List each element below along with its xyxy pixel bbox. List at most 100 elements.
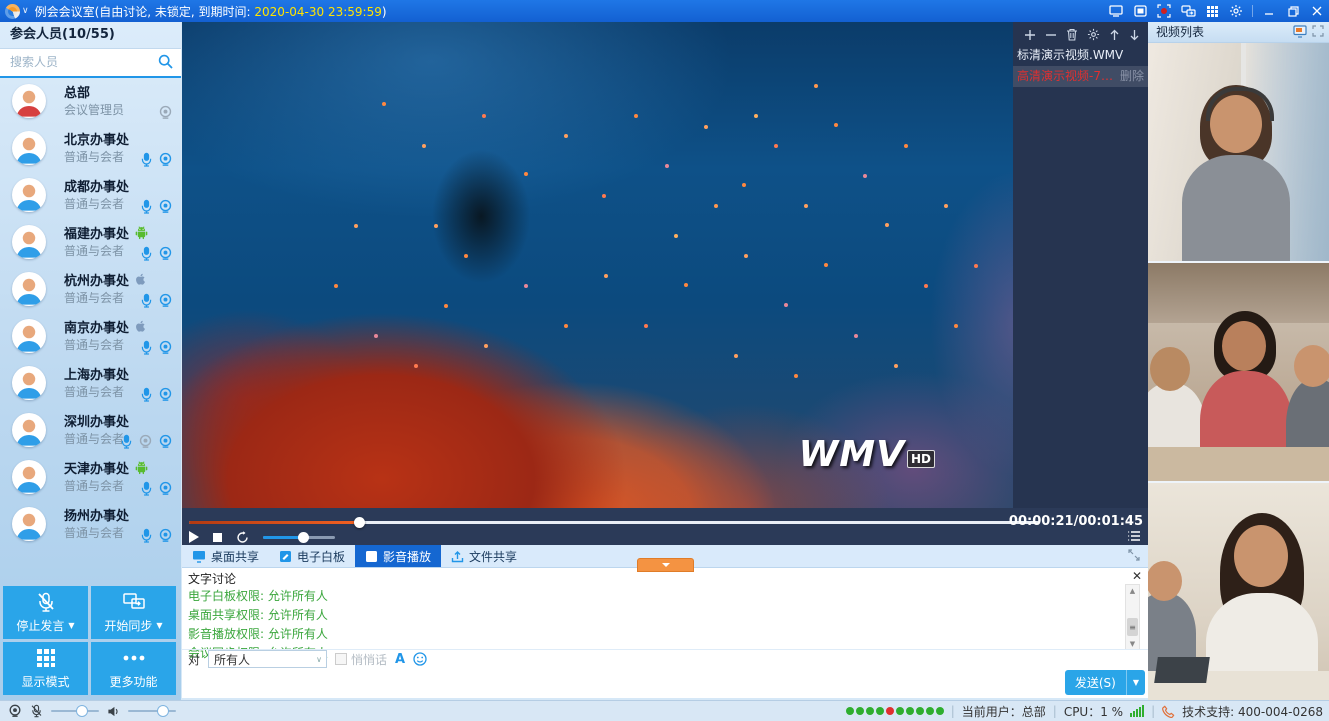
video-content[interactable]: WMVHD xyxy=(182,22,1013,508)
gear-icon[interactable] xyxy=(1087,28,1100,41)
mic-icon[interactable] xyxy=(140,199,153,214)
mic-icon[interactable] xyxy=(140,387,153,402)
webcam-icon[interactable] xyxy=(158,293,173,308)
participant-row[interactable]: 扬州办事处 普通与会者 xyxy=(0,501,181,548)
expand-icon[interactable] xyxy=(1128,549,1140,561)
screen-share-icon[interactable] xyxy=(1104,0,1128,22)
emoji-icon[interactable] xyxy=(413,652,427,666)
remove-icon[interactable] xyxy=(1045,29,1057,41)
tab-desktop-share[interactable]: 桌面共享 xyxy=(182,545,269,567)
participant-row[interactable]: 南京办事处 普通与会者 xyxy=(0,313,181,360)
close-button[interactable] xyxy=(1305,0,1329,22)
tab-whiteboard[interactable]: 电子白板 xyxy=(269,545,355,567)
dither-grid-icon[interactable] xyxy=(1200,0,1224,22)
participant-row[interactable]: 总部 会议管理员 xyxy=(0,78,181,125)
speaker-icon[interactable] xyxy=(107,705,120,718)
participant-avatar xyxy=(12,507,46,541)
mic-icon[interactable] xyxy=(120,434,133,449)
video-thumbnail[interactable] xyxy=(1148,43,1329,263)
participant-row[interactable]: 福建办事处 普通与会者 xyxy=(0,219,181,266)
whisper-checkbox[interactable]: 悄悄话 xyxy=(335,651,387,668)
webcam-icon[interactable] xyxy=(158,246,173,261)
chat-scrollbar[interactable]: ▲ ▼ xyxy=(1125,584,1140,650)
webcam-gray-icon[interactable] xyxy=(138,434,153,449)
search-icon[interactable] xyxy=(158,54,173,69)
tab-media-play[interactable]: 影音播放 xyxy=(355,545,441,567)
scroll-thumb[interactable] xyxy=(1127,618,1138,636)
participant-row[interactable]: 成都办事处 普通与会者 xyxy=(0,172,181,219)
participant-row[interactable]: 深圳办事处 普通与会者 xyxy=(0,407,181,454)
stop-button[interactable] xyxy=(213,533,222,542)
recipient-select[interactable]: 所有人 ∨ xyxy=(208,650,327,668)
start-sync-button[interactable]: 开始同步▼ xyxy=(91,586,176,639)
participant-row[interactable]: 杭州办事处 普通与会者 xyxy=(0,266,181,313)
webcam-icon[interactable] xyxy=(158,199,173,214)
mic-icon[interactable] xyxy=(140,528,153,543)
webcam-icon[interactable] xyxy=(158,528,173,543)
playlist-item[interactable]: 标清演示视频.WMV xyxy=(1013,45,1148,66)
monitor-icon[interactable] xyxy=(1293,25,1307,38)
speaker-volume-slider[interactable] xyxy=(128,710,176,712)
participant-row[interactable]: 天津办事处 普通与会者 xyxy=(0,454,181,501)
mic-icon[interactable] xyxy=(140,340,153,355)
progress-handle[interactable] xyxy=(354,517,365,528)
close-icon[interactable]: ✕ xyxy=(1132,570,1142,582)
expand-icon[interactable] xyxy=(1312,25,1324,38)
slider-handle[interactable] xyxy=(76,705,88,717)
mic-icon[interactable] xyxy=(140,246,153,261)
app-logo-icon[interactable] xyxy=(5,4,20,19)
add-icon[interactable] xyxy=(1024,29,1036,41)
webcam-icon[interactable] xyxy=(158,152,173,167)
font-icon[interactable]: A xyxy=(395,652,405,667)
volume-handle[interactable] xyxy=(298,532,309,543)
webcam-icon[interactable] xyxy=(158,434,173,449)
trash-icon[interactable] xyxy=(1066,28,1078,41)
participant-row[interactable]: 北京办事处 普通与会者 xyxy=(0,125,181,172)
display-mode-button[interactable]: 显示模式 xyxy=(3,642,88,695)
apple-badge-icon xyxy=(134,272,147,286)
message-input[interactable] xyxy=(182,668,1148,698)
webcam-icon[interactable] xyxy=(158,481,173,496)
webcam-icon[interactable] xyxy=(158,340,173,355)
slider-handle[interactable] xyxy=(157,705,169,717)
mic-muted-icon[interactable] xyxy=(30,704,43,718)
webcam-icon[interactable] xyxy=(8,704,22,718)
maximize-button[interactable] xyxy=(1281,0,1305,22)
playlist-toggle-icon[interactable] xyxy=(1127,530,1141,542)
search-box[interactable] xyxy=(0,49,181,78)
progress-bar[interactable] xyxy=(189,521,1039,524)
participant-row[interactable]: 上海办事处 普通与会者 xyxy=(0,360,181,407)
send-button[interactable]: 发送(S) xyxy=(1065,670,1126,695)
mic-icon[interactable] xyxy=(140,152,153,167)
checkbox-icon[interactable] xyxy=(335,653,347,665)
mic-volume-slider[interactable] xyxy=(51,710,99,712)
gear-icon[interactable] xyxy=(1224,0,1248,22)
video-thumbnail[interactable] xyxy=(1148,483,1329,703)
sync-screens-icon[interactable] xyxy=(1176,0,1200,22)
search-input[interactable] xyxy=(0,49,160,74)
participant-role: 普通与会者 xyxy=(64,195,124,212)
scroll-up-icon[interactable]: ▲ xyxy=(1126,585,1139,596)
chat-collapse-handle[interactable] xyxy=(637,558,694,572)
delete-link[interactable]: 删除 xyxy=(1120,66,1144,87)
chevron-down-icon[interactable]: ∨ xyxy=(22,6,29,16)
scroll-down-icon[interactable]: ▼ xyxy=(1126,638,1139,649)
webcam-gray-icon[interactable] xyxy=(158,105,173,120)
loop-icon[interactable] xyxy=(236,531,249,544)
more-functions-button[interactable]: 更多功能 xyxy=(91,642,176,695)
mic-icon[interactable] xyxy=(140,293,153,308)
mic-icon[interactable] xyxy=(140,481,153,496)
move-up-icon[interactable] xyxy=(1109,29,1120,41)
webcam-icon[interactable] xyxy=(158,387,173,402)
minimize-button[interactable] xyxy=(1257,0,1281,22)
move-down-icon[interactable] xyxy=(1129,29,1140,41)
play-button[interactable] xyxy=(189,531,199,543)
send-options-button[interactable]: ▼ xyxy=(1126,670,1145,695)
tab-file-share[interactable]: 文件共享 xyxy=(441,545,527,567)
stop-speaking-button[interactable]: 停止发言▼ xyxy=(3,586,88,639)
whiteboard-window-icon[interactable] xyxy=(1128,0,1152,22)
playlist-item[interactable]: 高清演示视频-720P.wmv 删除 xyxy=(1013,66,1148,87)
video-thumbnail[interactable] xyxy=(1148,263,1329,483)
volume-slider[interactable] xyxy=(263,536,335,539)
record-icon[interactable] xyxy=(1152,0,1176,22)
